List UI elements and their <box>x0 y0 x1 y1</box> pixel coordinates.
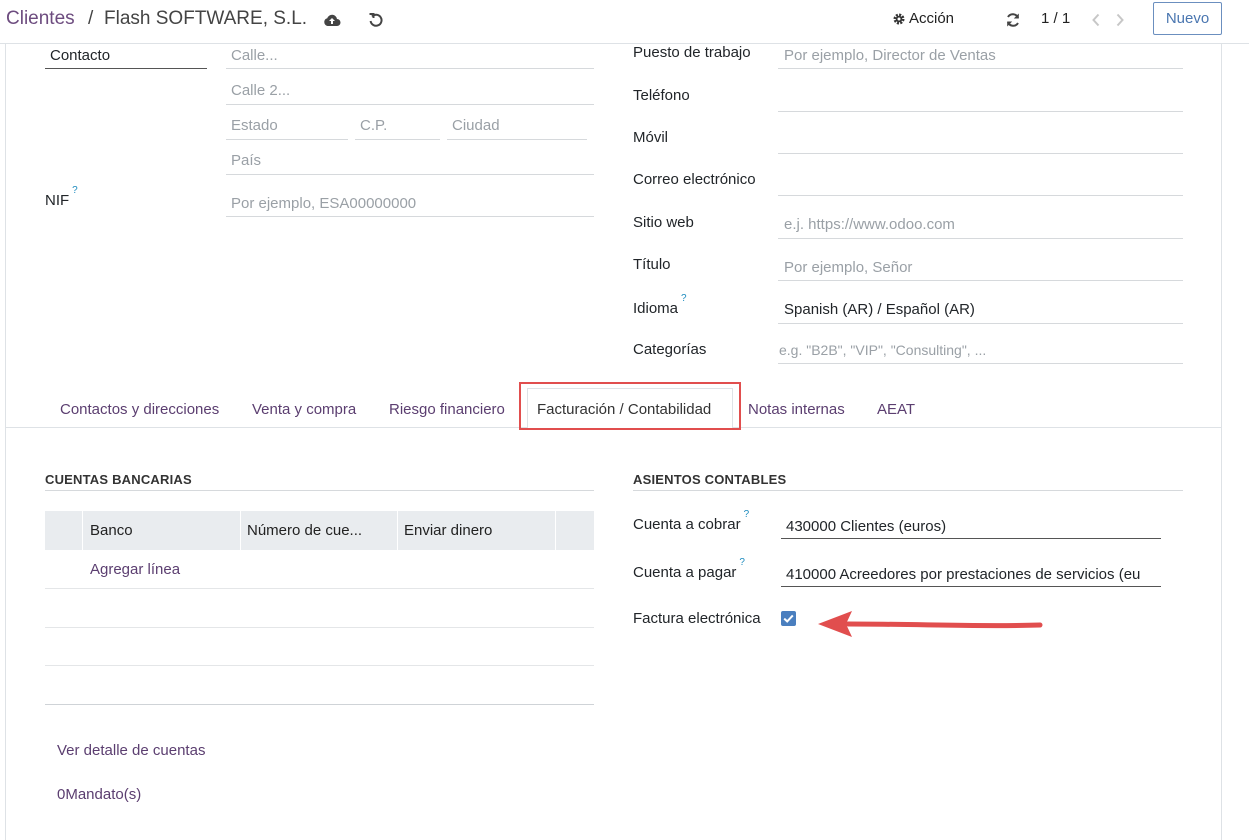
address-type-select[interactable]: Contacto <box>50 47 110 64</box>
country-underline <box>226 174 594 175</box>
payable-account-value: 410000 Acreedores por prestaciones de se… <box>786 566 1141 583</box>
mobile-input[interactable] <box>778 153 1183 154</box>
tags-underline <box>778 363 1183 364</box>
title-label: Título <box>633 256 671 273</box>
breadcrumb-root-link[interactable]: Clientes <box>6 8 75 30</box>
state-underline <box>226 139 348 140</box>
payable-account-select[interactable]: 410000 Acreedores por prestaciones de se… <box>786 566 1161 583</box>
discard-undo-icon[interactable] <box>366 10 386 30</box>
email-label: Correo electrónico <box>633 171 756 188</box>
checkmark-icon <box>783 614 794 623</box>
phone-input[interactable] <box>778 111 1183 112</box>
street2-underline <box>226 104 594 105</box>
tab-sales-purchase[interactable]: Venta y compra <box>252 401 356 418</box>
table-footer-line <box>45 704 594 705</box>
title-underline <box>778 280 1183 281</box>
state-input[interactable]: Estado <box>231 117 278 134</box>
receivable-help-icon[interactable]: ? <box>744 509 750 520</box>
control-panel: Clientes / Flash SOFTWARE, S.L. Acción 1… <box>0 0 1249 44</box>
accounting-section-title: ASIENTOS CONTABLES <box>633 472 787 487</box>
vat-underline <box>226 216 594 217</box>
column-header-account-number[interactable]: Número de cue... <box>247 522 362 539</box>
table-row <box>45 665 594 666</box>
tab-contacts[interactable]: Contactos y direcciones <box>60 401 219 418</box>
breadcrumb-current: Flash SOFTWARE, S.L. <box>104 8 308 29</box>
chevron-left-icon[interactable] <box>1086 10 1106 30</box>
city-input[interactable]: Ciudad <box>452 117 500 134</box>
accounting-section-divider <box>633 490 1183 491</box>
column-separator <box>82 511 83 550</box>
vat-help-icon[interactable]: ? <box>72 185 78 196</box>
vat-label: NIF? <box>45 185 78 209</box>
column-header-send-money[interactable]: Enviar dinero <box>404 522 492 539</box>
job-label: Puesto de trabajo <box>633 44 751 61</box>
action-menu-label: Acción <box>909 10 955 27</box>
account-details-link[interactable]: Ver detalle de cuentas <box>57 742 205 759</box>
cloud-upload-icon[interactable] <box>322 10 342 30</box>
address-type-underline <box>45 68 207 69</box>
gear-icon <box>893 13 905 24</box>
column-separator <box>240 511 241 550</box>
receivable-underline <box>781 538 1161 539</box>
mobile-label: Móvil <box>633 129 669 146</box>
einvoice-label: Factura electrónica <box>633 610 761 627</box>
lang-select[interactable]: Spanish (AR) / Español (AR) <box>784 301 975 318</box>
highlight-annotation-box <box>519 382 741 430</box>
country-input[interactable]: País <box>231 152 261 169</box>
payable-label: Cuenta a pagar? <box>633 557 745 581</box>
refresh-icon[interactable] <box>1003 10 1023 30</box>
einvoice-checkbox[interactable] <box>781 611 796 626</box>
street-underline <box>226 68 594 69</box>
tab-financial-risk[interactable]: Riesgo financiero <box>389 401 505 418</box>
phone-label: Teléfono <box>633 87 690 104</box>
table-row <box>45 588 594 589</box>
annotation-arrow <box>818 611 1043 637</box>
bank-section-title: CUENTAS BANCARIAS <box>45 472 192 487</box>
website-input[interactable]: e.j. https://www.odoo.com <box>784 216 955 233</box>
title-input[interactable]: Por ejemplo, Señor <box>784 259 912 276</box>
receivable-account-select[interactable]: 430000 Clientes (euros) <box>786 518 946 535</box>
mandates-link[interactable]: 0Mandato(s) <box>57 786 141 803</box>
payable-help-icon[interactable]: ? <box>739 557 745 568</box>
table-row <box>45 627 594 628</box>
lang-underline <box>778 323 1183 324</box>
email-input[interactable] <box>778 195 1183 196</box>
vat-input[interactable]: Por ejemplo, ESA00000000 <box>231 195 416 212</box>
column-separator <box>397 511 398 550</box>
tab-internal-notes[interactable]: Notas internas <box>748 401 845 418</box>
bank-section-divider <box>45 490 594 491</box>
tags-input[interactable]: e.g. "B2B", "VIP", "Consulting", ... <box>779 342 986 358</box>
zip-underline <box>355 139 440 140</box>
tags-label: Categorías <box>633 341 707 358</box>
action-menu-button[interactable]: Acción <box>892 10 954 27</box>
street-input[interactable]: Calle... <box>231 47 278 64</box>
new-record-button[interactable]: Nuevo <box>1153 2 1222 35</box>
job-input[interactable]: Por ejemplo, Director de Ventas <box>784 47 996 64</box>
pager-value[interactable]: 1 / 1 <box>1041 10 1070 27</box>
lang-help-icon[interactable]: ? <box>681 293 687 304</box>
tab-aeat[interactable]: AEAT <box>877 401 915 418</box>
city-underline <box>447 139 587 140</box>
payable-underline <box>781 586 1161 587</box>
chevron-right-icon[interactable] <box>1110 10 1130 30</box>
street2-input[interactable]: Calle 2... <box>231 82 290 99</box>
form-sheet <box>5 44 1222 840</box>
website-label: Sitio web <box>633 214 694 231</box>
add-line-link[interactable]: Agregar línea <box>90 561 180 578</box>
column-header-bank[interactable]: Banco <box>90 522 133 539</box>
lang-label: Idioma? <box>633 293 687 317</box>
column-separator <box>555 511 556 550</box>
zip-input[interactable]: C.P. <box>360 117 387 134</box>
receivable-label: Cuenta a cobrar? <box>633 509 750 533</box>
website-underline <box>778 238 1183 239</box>
breadcrumb-separator: / <box>88 8 94 29</box>
job-underline <box>778 68 1183 69</box>
